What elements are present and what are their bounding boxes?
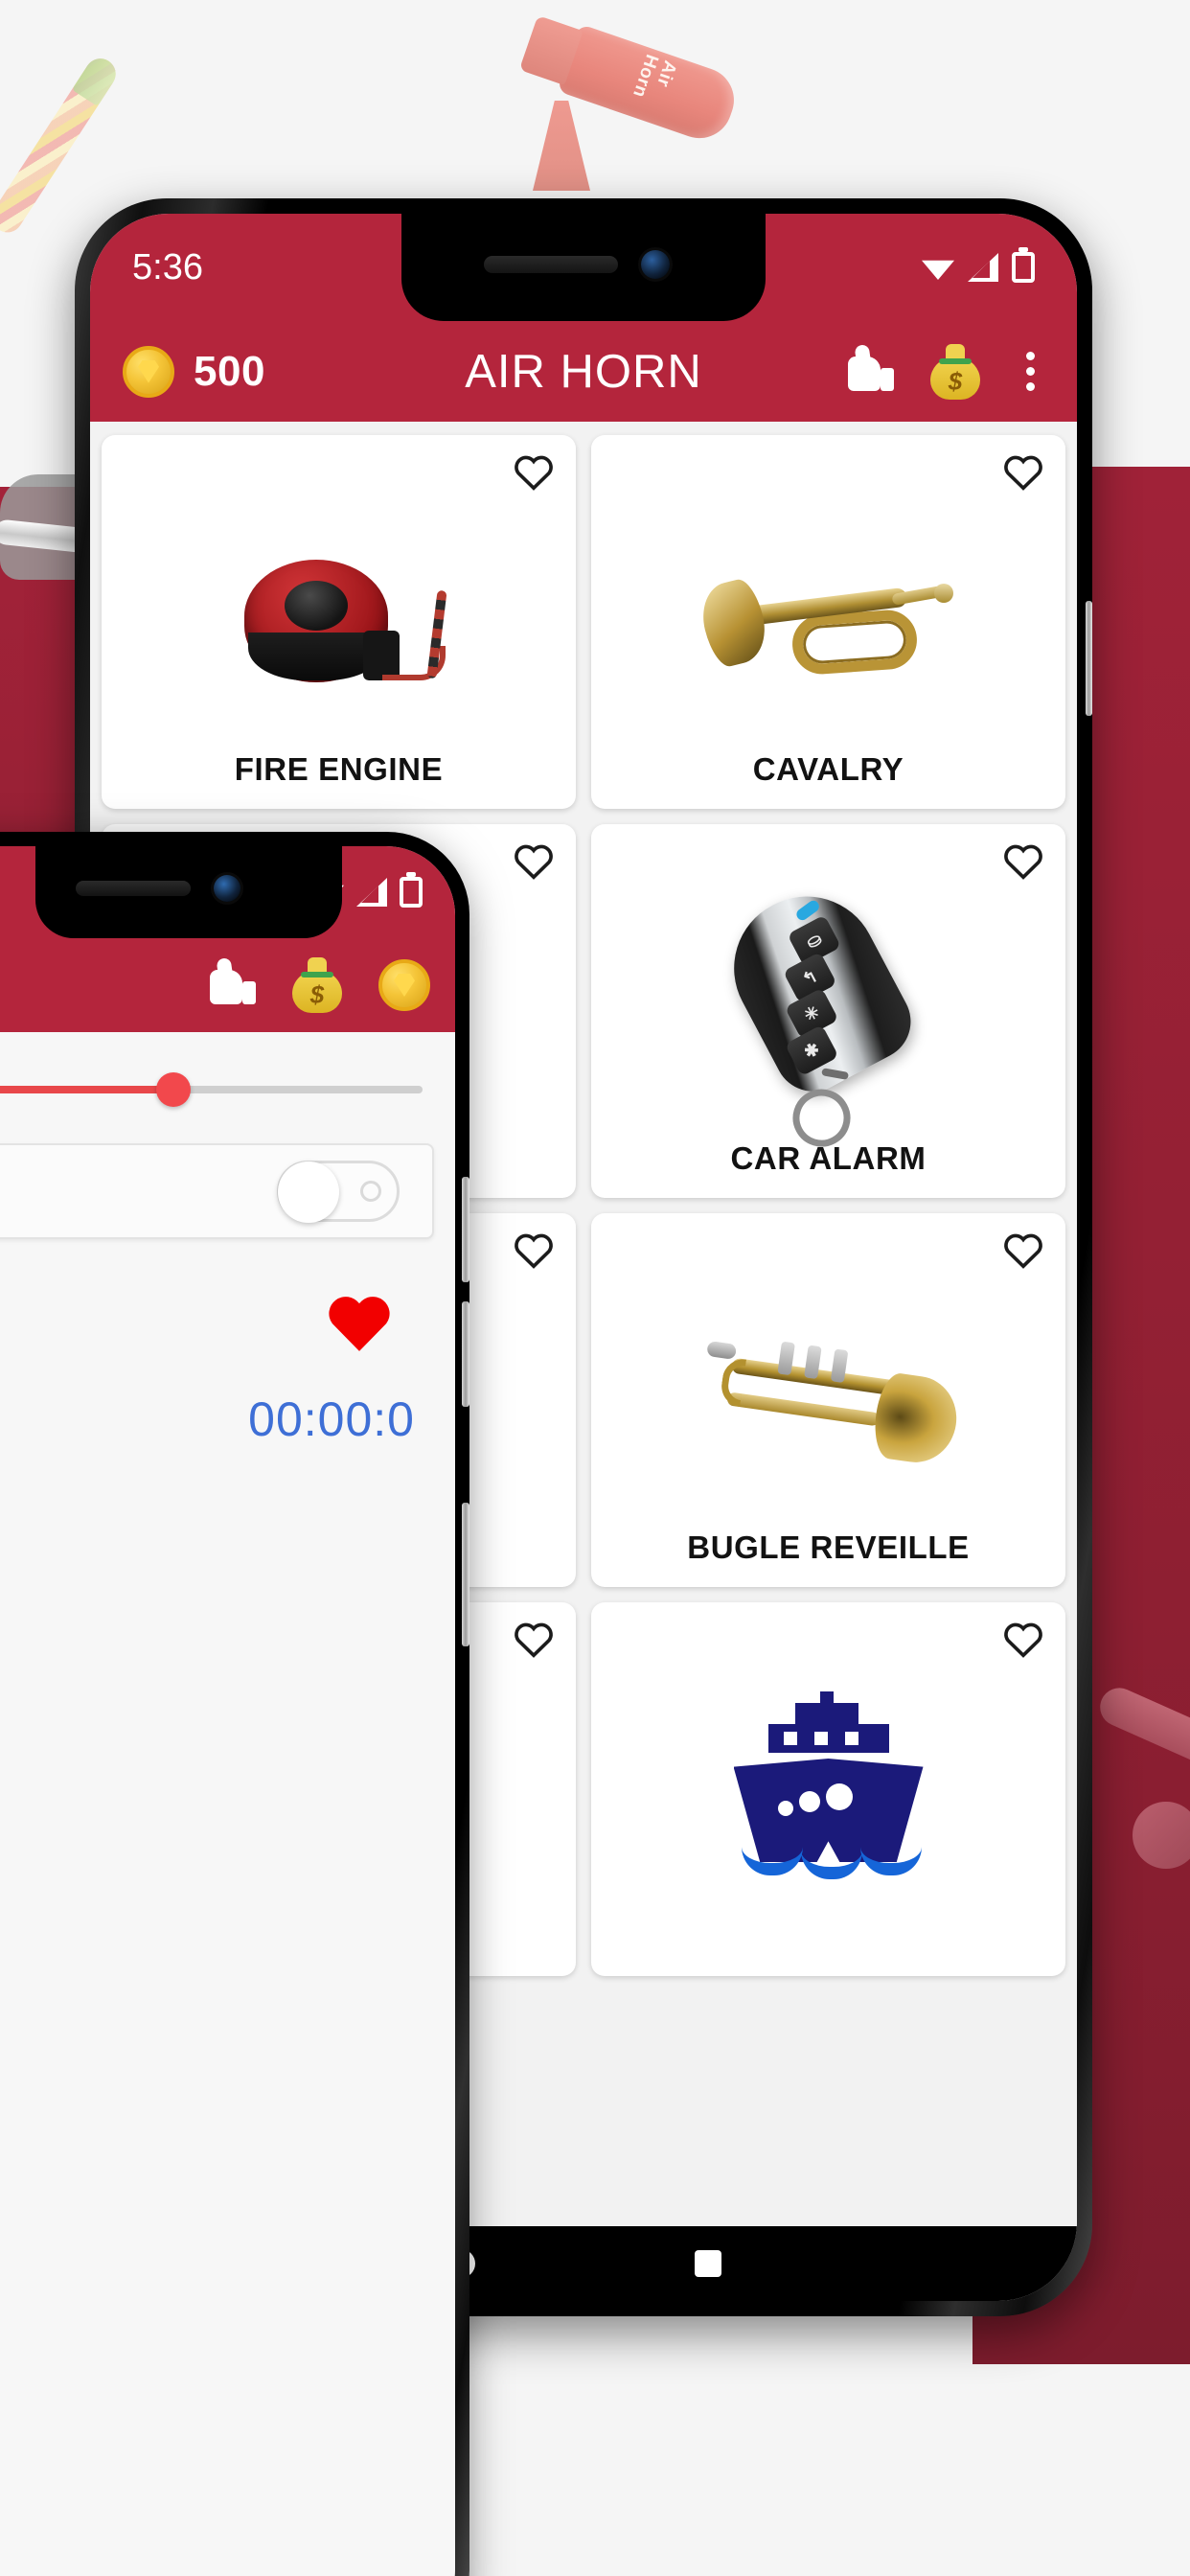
power-button-right[interactable] — [1086, 601, 1092, 716]
front-camera — [641, 250, 670, 279]
power-button-left-phone[interactable] — [462, 1503, 469, 1646]
overlay-content: Loop 00:00:0 Air Horn — [0, 1032, 455, 2576]
favorite-heart-filled[interactable] — [0, 1239, 455, 1359]
favorite-heart-icon[interactable] — [1002, 1620, 1042, 1658]
car-remote-icon: ⛀ ↰ ✳ ✱ — [692, 862, 965, 1160]
top-can-nozzle — [533, 101, 590, 191]
card-label: CAVALRY — [752, 751, 904, 787]
sound-card-cavalry[interactable]: CAVALRY — [591, 435, 1065, 809]
favorite-heart-icon[interactable] — [513, 452, 553, 491]
sound-card-bugle-reveille[interactable]: BUGLE REVEILLE — [591, 1213, 1065, 1587]
sound-card-fire-engine[interactable]: FIRE ENGINE — [102, 435, 576, 809]
heart-icon — [329, 1297, 390, 1351]
volume-slider[interactable] — [0, 1032, 455, 1138]
slider-thumb[interactable] — [156, 1072, 191, 1107]
overflow-menu-icon[interactable] — [1017, 348, 1044, 395]
volume-down-button[interactable] — [462, 1301, 469, 1407]
favorite-heart-icon[interactable] — [513, 1620, 553, 1658]
earpiece-speaker — [484, 256, 618, 273]
siren-icon — [229, 550, 449, 694]
favorite-heart-icon[interactable] — [1002, 452, 1042, 491]
card-label: CAR ALARM — [730, 1140, 927, 1176]
card-artwork — [695, 502, 953, 742]
overlay-app-bar: $ — [0, 938, 455, 1032]
favorite-heart-icon[interactable] — [513, 1230, 553, 1269]
bugle-icon — [695, 564, 953, 679]
thumbs-up-icon[interactable] — [206, 957, 256, 1010]
overlay-device-notch — [35, 846, 342, 938]
earpiece-speaker — [76, 881, 191, 896]
loop-setting-row[interactable]: Loop — [0, 1143, 434, 1239]
status-bar-icons — [922, 252, 1035, 283]
favorite-heart-icon[interactable] — [1002, 1230, 1042, 1269]
card-artwork — [719, 1669, 939, 1909]
overlay-phone-screen: $ Loop 00:00:0 — [0, 846, 455, 2576]
favorite-heart-icon[interactable] — [1002, 841, 1042, 880]
signal-icon — [356, 878, 387, 907]
device-notch — [401, 214, 766, 321]
volume-up-button[interactable] — [462, 1177, 469, 1282]
coin-count-label: 500 — [194, 347, 265, 395]
sound-card-car-alarm[interactable]: ⛀ ↰ ✳ ✱ CAR ALARM — [591, 824, 1065, 1198]
trumpet-icon — [690, 1306, 968, 1494]
battery-icon — [1012, 252, 1035, 283]
playback-timer: 00:00:0 — [248, 1392, 415, 1446]
toggle-knob — [278, 1162, 339, 1223]
app-bar: 500 AIR HORN $ — [90, 321, 1077, 422]
coin-icon[interactable] — [123, 345, 174, 398]
wifi-icon — [922, 260, 954, 280]
top-air-horn-can-decoration: Air Horn — [518, 15, 744, 148]
money-bag-icon[interactable]: $ — [292, 957, 342, 1013]
signal-icon — [968, 253, 998, 282]
favorite-heart-icon[interactable] — [513, 841, 553, 880]
app-bar-actions: $ — [844, 343, 1044, 400]
coin-icon[interactable] — [378, 959, 430, 1011]
front-camera — [214, 875, 240, 902]
card-label: BUGLE REVEILLE — [687, 1530, 970, 1565]
app-title: AIR HORN — [465, 345, 702, 398]
card-artwork — [229, 502, 449, 742]
gem-icon — [138, 359, 159, 383]
recents-button[interactable] — [694, 2250, 721, 2277]
status-bar-time: 5:36 — [132, 246, 203, 288]
battery-icon — [400, 877, 423, 908]
gem-icon — [394, 974, 415, 997]
thumbs-up-icon[interactable] — [844, 343, 894, 397]
money-bag-icon[interactable]: $ — [930, 343, 980, 400]
sound-card-ship-horn[interactable] — [591, 1602, 1065, 1976]
ship-icon — [719, 1691, 939, 1885]
card-artwork — [699, 1280, 962, 1520]
loop-toggle[interactable] — [277, 1161, 400, 1223]
overlay-phone-device: $ Loop 00:00:0 — [0, 832, 469, 2576]
card-artwork: ⛀ ↰ ✳ ✱ — [708, 871, 925, 1158]
toggle-off-indicator — [360, 1181, 381, 1202]
card-label: FIRE ENGINE — [234, 751, 444, 787]
